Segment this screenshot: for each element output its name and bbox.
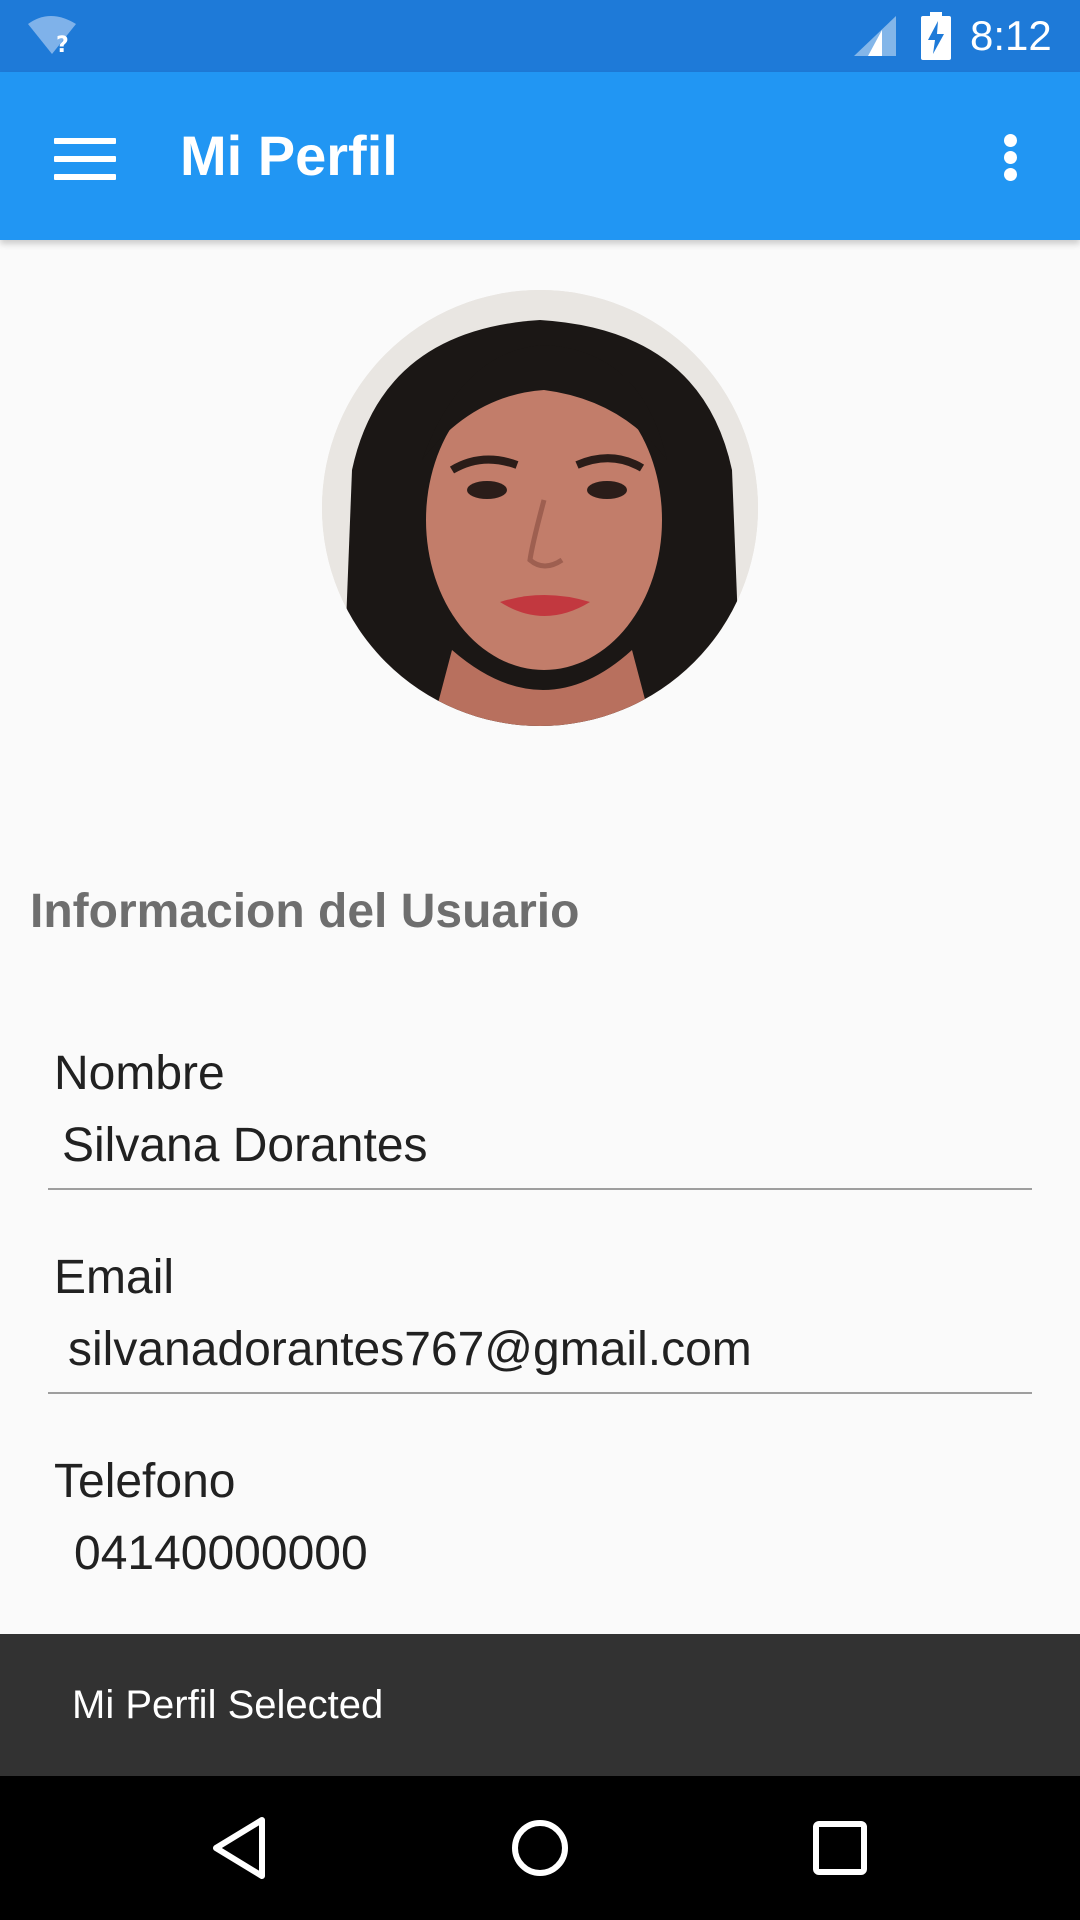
wifi-unknown-icon: ? [28, 16, 76, 58]
hamburger-menu-icon[interactable] [38, 114, 128, 198]
system-nav-bar [0, 1776, 1080, 1920]
app-bar: Mi Perfil [0, 72, 1080, 240]
recents-icon[interactable] [798, 1806, 882, 1890]
field-value[interactable]: 04140000000 [74, 1524, 368, 1584]
page-title: Mi Perfil [180, 124, 398, 187]
section-title: Informacion del Usuario [30, 885, 580, 938]
field-value[interactable]: silvanadorantes767@gmail.com [68, 1320, 752, 1380]
battery-charging-icon [921, 12, 951, 60]
status-time: 8:12 [970, 12, 1052, 59]
field-label: Email [54, 1251, 175, 1304]
field-divider [48, 1188, 1032, 1190]
snackbar: Mi Perfil Selected [0, 1634, 1080, 1776]
profile-avatar[interactable] [322, 290, 758, 726]
profile-photo [322, 290, 758, 726]
field-label: Telefono [54, 1455, 236, 1508]
field-divider [48, 1392, 1032, 1394]
field-value[interactable]: Silvana Dorantes [62, 1116, 428, 1176]
snackbar-text: Mi Perfil Selected [72, 1683, 384, 1727]
home-icon[interactable] [498, 1806, 582, 1890]
cellular-signal-icon [854, 16, 896, 56]
status-bar: ? 8:12 [0, 0, 1080, 72]
svg-text:?: ? [56, 33, 69, 58]
back-icon[interactable] [200, 1806, 284, 1890]
field-label: Nombre [54, 1047, 225, 1100]
more-vert-icon[interactable] [990, 114, 1034, 198]
screen: ? 8:12 Mi Perfil Informacion del Usuario… [0, 0, 1080, 1920]
